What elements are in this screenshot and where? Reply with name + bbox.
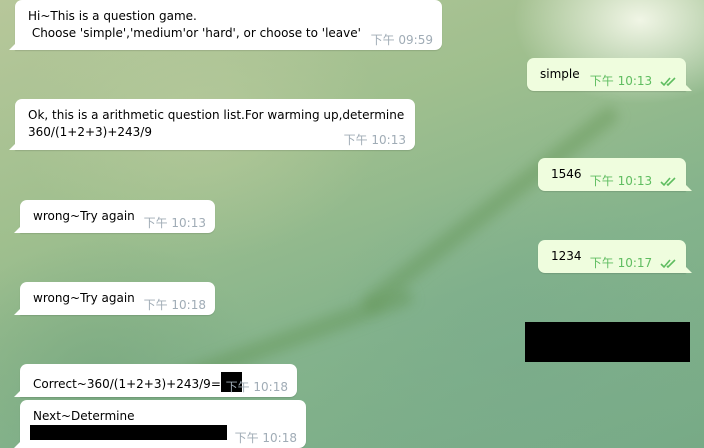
message-bubble-incoming[interactable]: Next~Determine 下午 10:18 <box>14 400 306 448</box>
message-text-line: Hi~This is a question game. <box>28 9 197 23</box>
message-text: simple <box>540 67 580 81</box>
message-time: 下午 10:18 <box>143 298 206 312</box>
message-bubble-incoming[interactable]: wrong~Try again 下午 10:13 <box>14 200 215 233</box>
double-check-icon <box>660 77 676 87</box>
message-time: 下午 10:18 <box>225 380 288 394</box>
message-bubble-outgoing[interactable]: simple 下午 10:13 <box>527 58 692 91</box>
message-bubble-outgoing[interactable]: 1234 下午 10:17 <box>538 240 692 273</box>
redacted-question <box>30 425 227 440</box>
message-time: 下午 10:13 <box>343 133 406 147</box>
redacted-message <box>525 322 690 362</box>
message-meta: 下午 10:13 <box>590 74 678 88</box>
message-text: wrong~Try again <box>33 209 135 223</box>
message-time: 下午 10:13 <box>589 174 653 188</box>
message-text: Correct~360/(1+2+3)+243/9= <box>33 377 221 391</box>
message-time: 下午 09:59 <box>370 33 433 47</box>
message-bubble-incoming[interactable]: Hi~This is a question game. Choose 'simp… <box>9 0 442 50</box>
message-meta: 下午 10:13 <box>590 174 678 188</box>
message-text-line: Ok, this is a arithmetic question list.F… <box>28 108 405 122</box>
message-time: 下午 10:18 <box>234 431 297 445</box>
message-text: Next~Determine <box>33 409 135 423</box>
message-meta: 下午 10:17 <box>590 256 678 270</box>
message-bubble-incoming[interactable]: Correct~360/(1+2+3)+243/9= 下午 10:18 <box>14 364 297 397</box>
message-bubble-incoming[interactable]: wrong~Try again 下午 10:18 <box>14 282 215 315</box>
double-check-icon <box>660 259 676 269</box>
message-text: wrong~Try again <box>33 291 135 305</box>
message-text: 1234 <box>551 249 582 263</box>
message-bubble-outgoing[interactable]: 1546 下午 10:13 <box>538 158 692 191</box>
message-text: 1546 <box>551 167 582 181</box>
message-time: 下午 10:13 <box>143 216 206 230</box>
message-time: 下午 10:17 <box>589 256 653 270</box>
message-time: 下午 10:13 <box>589 74 653 88</box>
double-check-icon <box>660 177 676 187</box>
message-bubble-incoming[interactable]: Ok, this is a arithmetic question list.F… <box>9 99 415 150</box>
